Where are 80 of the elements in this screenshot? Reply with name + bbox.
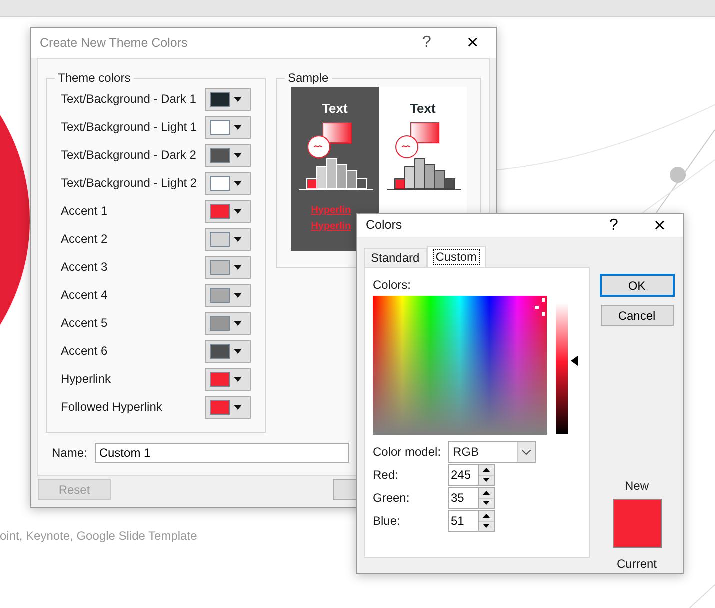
group-label: Sample	[286, 72, 330, 84]
color-picker-button[interactable]	[204, 172, 251, 194]
node-dot	[670, 167, 686, 183]
new-label: New	[624, 478, 649, 495]
window-title: Create New Theme Colors	[40, 34, 189, 52]
help-button[interactable]: ?	[591, 218, 637, 234]
sample-heading: Text	[410, 100, 436, 118]
caret-icon	[234, 180, 242, 186]
color-label: Text/Background - Light 2	[61, 175, 198, 192]
close-button[interactable]: ×	[637, 216, 683, 236]
down-arrow-icon	[483, 501, 490, 506]
number-field[interactable]: 51	[448, 510, 478, 532]
up-arrow-icon	[483, 490, 490, 495]
window-title: Colors	[366, 217, 404, 234]
color-spectrum[interactable]	[373, 296, 547, 435]
slide-subtitle: oint, Keynote, Google Slide Template	[0, 528, 198, 545]
color-model-label: Color model:	[373, 444, 442, 461]
ok-button[interactable]: OK	[600, 275, 674, 296]
tab[interactable]: Standard	[364, 248, 427, 267]
group-label: Theme colors	[57, 72, 132, 84]
caret-icon	[234, 320, 242, 326]
caret-icon	[234, 96, 242, 102]
colors-label: Colors:	[373, 277, 412, 294]
color-picker-button[interactable]	[204, 200, 251, 222]
color-label: Accent 5	[61, 315, 109, 332]
color-preview	[612, 499, 662, 548]
color-label: Accent 4	[61, 287, 109, 304]
caret-icon	[234, 124, 242, 130]
current-label: Current	[616, 556, 657, 573]
color-label: Accent 3	[61, 259, 109, 276]
color-picker-button[interactable]	[204, 284, 251, 306]
down-arrow-icon	[483, 524, 490, 528]
caret-icon	[234, 404, 242, 410]
close-button[interactable]: ×	[450, 33, 496, 53]
down-arrow-icon	[483, 478, 490, 482]
color-picker-button[interactable]	[204, 396, 251, 418]
luminance-slider[interactable]	[556, 303, 578, 434]
color-picker-button[interactable]	[204, 228, 251, 250]
color-picker-button[interactable]	[204, 144, 251, 166]
spin-buttons[interactable]	[478, 464, 495, 486]
caret-icon	[234, 348, 242, 354]
color-label: Accent 6	[61, 343, 109, 360]
color-picker-button[interactable]	[204, 88, 251, 110]
color-picker-button[interactable]	[204, 256, 251, 278]
number-field[interactable]: 35	[448, 487, 478, 509]
channel-label: Red:	[373, 467, 400, 484]
number-field[interactable]: 245	[448, 464, 478, 486]
help-button[interactable]: ?	[404, 35, 450, 51]
color-picker-button[interactable]	[204, 340, 251, 362]
spin-buttons[interactable]	[478, 487, 495, 509]
caret-icon	[234, 208, 242, 214]
color-label: Text/Background - Dark 1	[61, 91, 198, 108]
color-picker-button[interactable]	[204, 312, 251, 334]
caret-icon	[234, 152, 242, 158]
up-arrow-icon	[483, 468, 490, 472]
color-model-dropdown[interactable]: RGB	[448, 441, 536, 463]
color-picker-button[interactable]	[204, 368, 251, 390]
sample-heading: Text	[322, 100, 348, 118]
color-picker-button[interactable]	[204, 116, 251, 138]
color-label: Text/Background - Light 1	[61, 119, 198, 136]
name-label: Name:	[52, 445, 88, 462]
chevron-icon	[522, 450, 531, 454]
spin-buttons[interactable]	[478, 510, 495, 532]
color-label: Accent 1	[61, 203, 109, 220]
color-label: Followed Hyperlink	[61, 399, 164, 416]
name-field[interactable]: Custom 1	[95, 443, 350, 463]
up-arrow-icon	[483, 514, 490, 518]
caret-icon	[234, 376, 242, 382]
connector-line	[690, 584, 715, 608]
caret-icon	[234, 264, 242, 270]
cancel-button[interactable]: Cancel	[600, 305, 674, 326]
color-label: Text/Background - Dark 2	[61, 147, 198, 164]
color-label: Accent 2	[61, 231, 109, 248]
caret-icon	[234, 292, 242, 298]
caret-icon	[234, 236, 242, 242]
tab[interactable]: Custom	[426, 246, 486, 267]
color-label: Hyperlink	[61, 371, 112, 388]
channel-label: Blue:	[373, 513, 402, 530]
slider-thumb[interactable]	[571, 356, 578, 366]
channel-label: Green:	[373, 490, 411, 507]
